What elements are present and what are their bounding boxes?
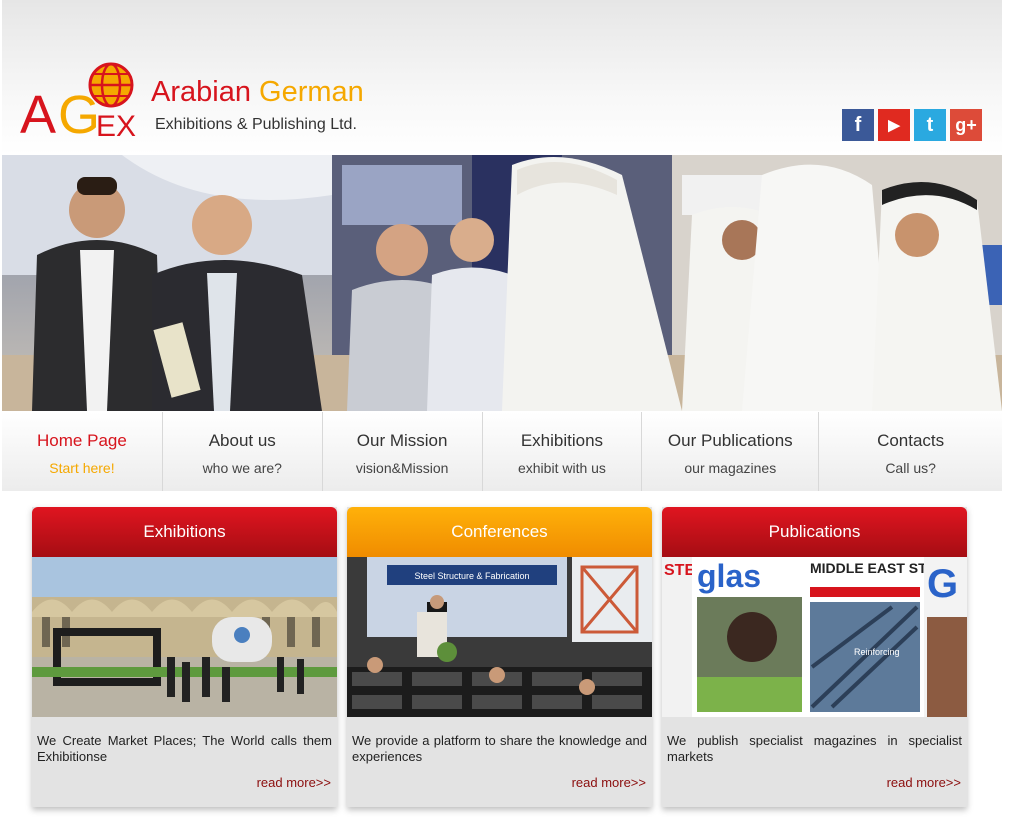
nav-item-our-publications[interactable]: Our Publications our magazines — [642, 412, 820, 491]
nav-label: Exhibitions — [520, 431, 604, 450]
twitter-glyph: t — [926, 113, 934, 136]
facebook-icon[interactable]: f — [842, 109, 874, 141]
cover-glass-text: glas — [697, 558, 761, 594]
conferences-card: Conferences Steel Structure & Fabricatio… — [347, 507, 652, 807]
logo-letter-g: G — [58, 85, 100, 145]
nav-label: Home Page — [37, 431, 127, 450]
google-plus-icon[interactable]: g+ — [950, 109, 982, 141]
card-title[interactable]: Conferences — [347, 507, 652, 557]
company-subtitle: Exhibitions & Publishing Ltd. — [155, 116, 357, 133]
publications-card: Publications STEEL glas MIDDLE EAST STEE… — [662, 507, 967, 807]
card-title[interactable]: Publications — [662, 507, 967, 557]
nav-label: Our Publications — [667, 431, 793, 450]
google-plus-glyph: g+ — [955, 114, 977, 135]
nav-item-about-us[interactable]: About us who we are? — [163, 412, 323, 491]
card-description: We Create Market Places; The World calls… — [37, 733, 332, 764]
nav-label: Contacts — [877, 431, 945, 450]
card-title[interactable]: Exhibitions — [32, 507, 337, 557]
nav-item-exhibitions[interactable]: Exhibitions exhibit with us — [483, 412, 643, 491]
facebook-glyph: f — [854, 113, 862, 136]
company-name: Arabian German — [151, 76, 364, 109]
youtube-glyph: ▶ — [888, 117, 900, 134]
read-more-link[interactable]: read more>> — [347, 775, 652, 790]
nav-item-contacts[interactable]: Contacts Call us? — [819, 412, 1002, 491]
nav-item-home[interactable]: Home Page Start here! — [2, 412, 163, 491]
social-links: f ▶ t g+ — [842, 109, 982, 141]
main-navigation: Home Page Start here! About us who we ar… — [2, 412, 1002, 491]
card-description: We publish specialist magazines in speci… — [667, 733, 962, 764]
cover-g-text: G — [927, 562, 958, 606]
twitter-icon[interactable]: t — [914, 109, 946, 141]
read-more-link[interactable]: read more>> — [32, 775, 337, 790]
header: A G EX Arabian German Exhibitions & Publ… — [2, 0, 1002, 155]
exhibition-venue-image[interactable] — [32, 557, 337, 717]
card-description: We provide a platform to share the knowl… — [352, 733, 647, 764]
conference-hall-image[interactable]: Steel Structure & Fabrication — [347, 557, 652, 717]
nav-sublabel: our magazines — [684, 460, 777, 476]
youtube-icon[interactable]: ▶ — [878, 109, 910, 141]
magazine-covers-image[interactable]: STEEL glas MIDDLE EAST STEEL Reinforcing… — [662, 557, 967, 717]
nav-sublabel: vision&Mission — [355, 460, 449, 476]
nav-sublabel: Start here! — [49, 460, 115, 476]
nav-sublabel: who we are? — [202, 460, 282, 476]
company-logo[interactable]: A G EX Arabian German Exhibitions & Publ… — [20, 60, 364, 145]
nav-label: Our Mission — [356, 431, 448, 450]
nav-item-our-mission[interactable]: Our Mission vision&Mission — [323, 412, 483, 491]
cover-reinforcing-text: Reinforcing — [854, 647, 900, 657]
company-name-part2: German — [259, 76, 364, 108]
company-name-part1: Arabian — [151, 76, 251, 108]
nav-sublabel: exhibit with us — [517, 460, 606, 476]
logo-letters-ex: EX — [96, 110, 137, 143]
logo-letter-a: A — [20, 85, 56, 145]
nav-sublabel: Call us? — [885, 460, 936, 476]
nav-label: About us — [208, 431, 276, 450]
hero-banner-image — [2, 155, 1002, 411]
read-more-link[interactable]: read more>> — [662, 775, 967, 790]
conference-banner-text: Steel Structure & Fabrication — [414, 571, 529, 581]
exhibitions-card: Exhibitions We Create Market Places; The… — [32, 507, 337, 807]
